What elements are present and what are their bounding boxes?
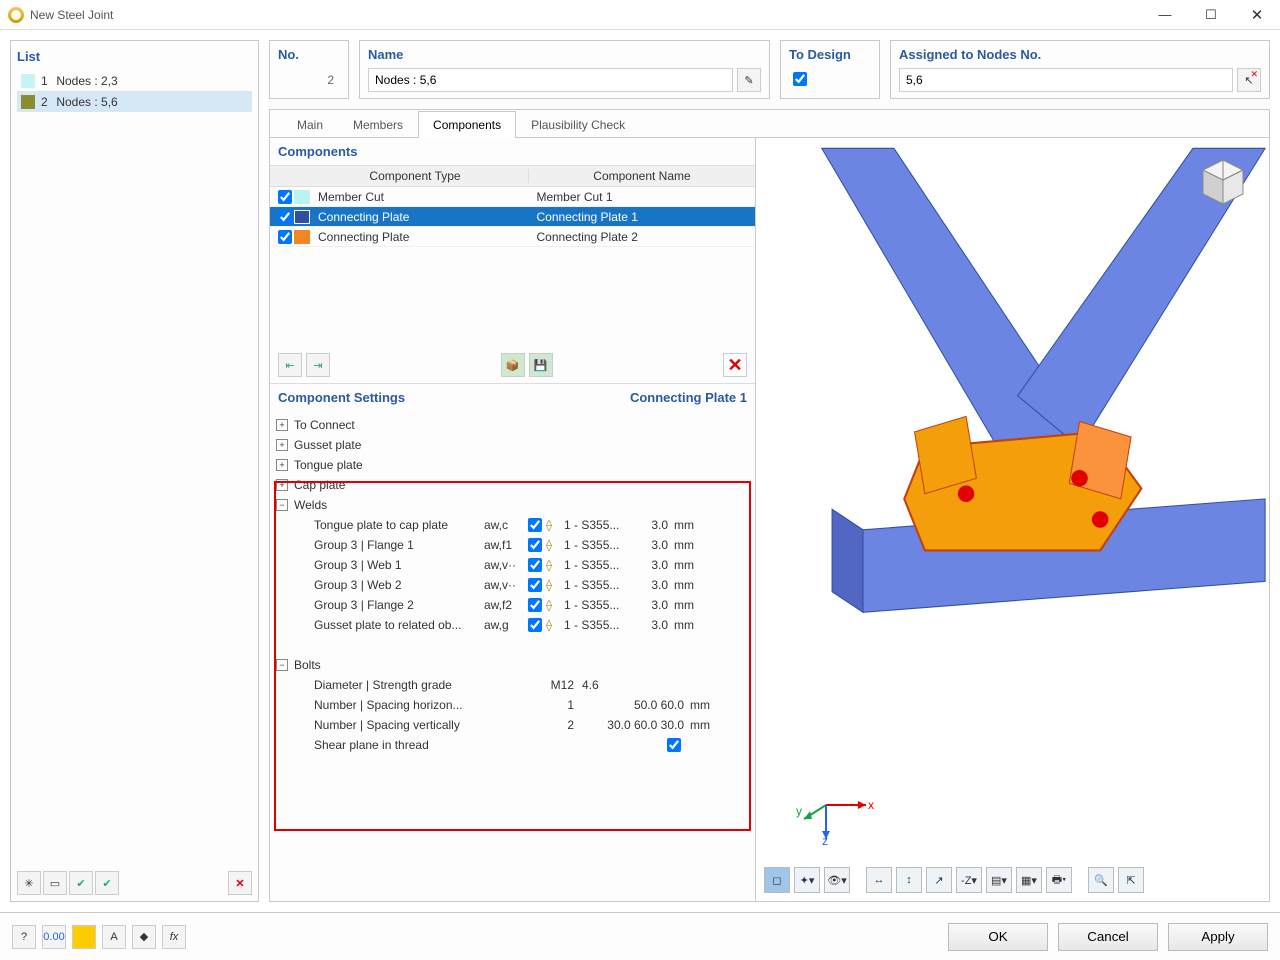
eye-tool-icon[interactable]: 👁▾ [824, 867, 850, 893]
tab-components[interactable]: Components [418, 111, 516, 138]
orientation-cube-icon[interactable] [1191, 152, 1255, 212]
detach-icon[interactable]: ⇱ [1118, 867, 1144, 893]
tab-plausibility[interactable]: Plausibility Check [516, 111, 640, 138]
units-icon[interactable]: 0.00 [42, 925, 66, 949]
app-icon [8, 7, 24, 23]
swatch-icon [21, 95, 35, 109]
list-panel: List 1 Nodes : 2,3 2 Nodes : 5,6 ✳ ▭ ✔ ✔… [10, 40, 259, 902]
component-row[interactable]: Connecting Plate Connecting Plate 2 [270, 227, 755, 247]
delete-component-icon[interactable]: ✕ [723, 353, 747, 377]
col-type: Component Type [302, 169, 529, 183]
move-z-icon[interactable]: ↗ [926, 867, 952, 893]
axis-gizmo-icon: x y z [796, 785, 876, 845]
uncheck-all-icon[interactable]: ✔ [95, 871, 119, 895]
settings-tree[interactable]: +To Connect +Gusset plate +Tongue plate … [270, 411, 755, 901]
todesign-field: To Design [780, 40, 880, 99]
axis-tool-icon[interactable]: ✦▾ [794, 867, 820, 893]
cancel-button[interactable]: Cancel [1058, 923, 1158, 951]
text-icon[interactable]: A [102, 925, 126, 949]
move-y-icon[interactable]: ↕ [896, 867, 922, 893]
svg-text:z: z [822, 834, 828, 845]
minimize-button[interactable]: — [1142, 0, 1188, 30]
assigned-input[interactable] [899, 68, 1233, 92]
swatch-icon [294, 230, 310, 244]
components-header: Components [278, 144, 357, 159]
layer-icon[interactable]: ◆ [132, 925, 156, 949]
maximize-button[interactable]: ☐ [1188, 0, 1234, 30]
preview-3d[interactable]: x y z ◻ ✦▾ 👁▾ ↔ ↕ ↗ -Z▾ ▤▾ ▦▾ 🖶▾ [756, 138, 1269, 901]
tab-main[interactable]: Main [282, 111, 338, 138]
help-icon[interactable]: ? [12, 925, 36, 949]
highlight-box [274, 481, 751, 831]
check-all-icon[interactable]: ✔ [69, 871, 93, 895]
col-name: Component Name [529, 169, 755, 183]
close-button[interactable]: ✕ [1234, 0, 1280, 30]
reset-zoom-icon[interactable]: 🔍 [1088, 867, 1114, 893]
export-icon[interactable]: ⇥ [306, 353, 330, 377]
tabbar: Main Members Components Plausibility Che… [269, 109, 1270, 138]
swatch-icon [21, 74, 35, 88]
print-icon[interactable]: 🖶▾ [1046, 867, 1072, 893]
box-icon[interactable]: ▦▾ [1016, 867, 1042, 893]
pick-node-icon[interactable]: ↖✕ [1237, 68, 1261, 92]
list-item[interactable]: 2 Nodes : 5,6 [17, 91, 252, 112]
no-field: No. [269, 40, 349, 99]
settings-header: Component Settings [278, 390, 405, 405]
neg-z-icon[interactable]: -Z▾ [956, 867, 982, 893]
ok-button[interactable]: OK [948, 923, 1048, 951]
name-input[interactable] [368, 68, 733, 92]
settings-context: Connecting Plate 1 [630, 390, 747, 405]
color-icon[interactable] [72, 925, 96, 949]
move-x-icon[interactable]: ↔ [866, 867, 892, 893]
fx-icon[interactable]: fx [162, 925, 186, 949]
apply-button[interactable]: Apply [1168, 923, 1268, 951]
delete-icon[interactable]: ✕ [228, 871, 252, 895]
todesign-checkbox[interactable] [793, 72, 807, 86]
view-tool-icon[interactable]: ◻ [764, 867, 790, 893]
tab-members[interactable]: Members [338, 111, 418, 138]
assigned-field: Assigned to Nodes No. ↖✕ [890, 40, 1270, 99]
component-row[interactable]: Member Cut Member Cut 1 [270, 187, 755, 207]
titlebar: New Steel Joint — ☐ ✕ [0, 0, 1280, 30]
import-icon[interactable]: ⇤ [278, 353, 302, 377]
name-field: Name ✎ [359, 40, 770, 99]
footer: ? 0.00 A ◆ fx OK Cancel Apply [0, 912, 1280, 960]
swatch-icon [294, 190, 310, 204]
save-icon[interactable]: 💾 [529, 353, 553, 377]
no-input [278, 68, 340, 92]
component-row[interactable]: Connecting Plate Connecting Plate 1 [270, 207, 755, 227]
window-title: New Steel Joint [30, 8, 1142, 22]
library-icon[interactable]: 📦 [501, 353, 525, 377]
list-header: List [17, 47, 252, 66]
edit-name-icon[interactable]: ✎ [737, 68, 761, 92]
swatch-icon [294, 210, 310, 224]
new-icon[interactable]: ✳ [17, 871, 41, 895]
layout-icon[interactable]: ▭ [43, 871, 67, 895]
svg-text:x: x [868, 798, 874, 812]
svg-text:y: y [796, 804, 802, 818]
layers-icon[interactable]: ▤▾ [986, 867, 1012, 893]
list-item[interactable]: 1 Nodes : 2,3 [17, 70, 252, 91]
